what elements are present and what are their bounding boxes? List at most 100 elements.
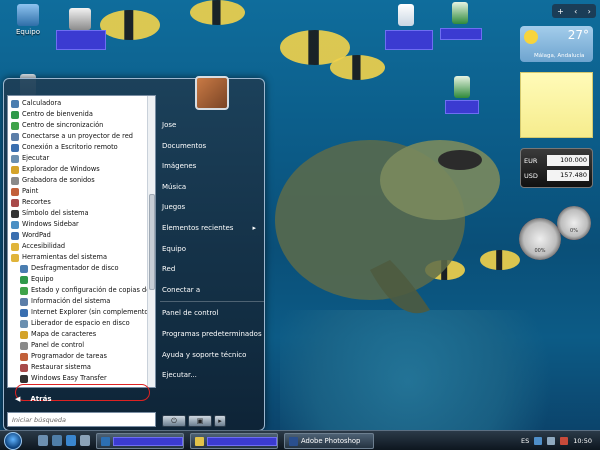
- taskbar-window-button[interactable]: [190, 433, 278, 449]
- taskbar-photoshop-button[interactable]: Adobe Photoshop: [284, 433, 374, 449]
- program-item[interactable]: Windows Sidebar: [8, 219, 155, 230]
- programs-scrollbar[interactable]: [147, 96, 155, 387]
- show-desktop-icon[interactable]: [38, 435, 48, 446]
- desktop-icon[interactable]: [440, 76, 484, 100]
- program-item[interactable]: Centro de sincronización: [8, 120, 155, 131]
- program-label: Ejecutar: [22, 154, 50, 162]
- program-item[interactable]: Accesibilidad: [8, 241, 155, 252]
- right-item-documents[interactable]: Documentos: [160, 136, 264, 157]
- program-item[interactable]: Conexión a Escritorio remoto: [8, 142, 155, 153]
- desktop-icon[interactable]: [58, 8, 102, 32]
- quick-launch-icon[interactable]: [80, 435, 90, 446]
- taskbar: Adobe Photoshop ES 10:50: [0, 430, 600, 450]
- program-item[interactable]: Centro de bienvenida: [8, 109, 155, 120]
- user-picture[interactable]: [195, 76, 229, 110]
- spreadsheet-icon: [452, 2, 468, 24]
- right-item-music[interactable]: Música: [160, 177, 264, 198]
- program-item[interactable]: Equipo: [8, 274, 155, 285]
- program-item[interactable]: Ejecutar: [8, 153, 155, 164]
- volume-icon[interactable]: [547, 437, 556, 445]
- background-fish: [330, 55, 385, 80]
- clock[interactable]: 10:50: [573, 437, 592, 445]
- program-label: Windows Easy Transfer: [31, 374, 107, 382]
- program-item[interactable]: Calculadora: [8, 98, 155, 109]
- right-item-recent[interactable]: Elementos recientes ▸: [160, 218, 264, 239]
- right-item-control-panel[interactable]: Panel de control: [160, 303, 264, 324]
- program-item[interactable]: Herramientas del sistema: [8, 252, 155, 263]
- right-item-pictures[interactable]: Imágenes: [160, 156, 264, 177]
- program-label: Paint: [22, 187, 39, 195]
- program-item[interactable]: Estado y configuración de copias de: [8, 285, 155, 296]
- right-item-connect-to[interactable]: Conectar a: [160, 280, 264, 301]
- currency-row: EUR 100.000: [524, 153, 589, 168]
- next-icon[interactable]: ›: [588, 7, 591, 16]
- program-icon: [11, 187, 19, 196]
- lock-icon: ▣: [196, 417, 204, 425]
- program-item[interactable]: Panel de control: [8, 340, 155, 351]
- language-indicator[interactable]: ES: [521, 437, 529, 445]
- add-gadget-icon[interactable]: +: [557, 7, 564, 16]
- program-item[interactable]: Programador de tareas: [8, 351, 155, 362]
- taskbar-button-label: Adobe Photoshop: [301, 437, 361, 445]
- currency-code[interactable]: EUR: [524, 157, 537, 165]
- spreadsheet-icon: [454, 76, 470, 98]
- program-item[interactable]: Internet Explorer (sin complementos: [8, 307, 155, 318]
- program-icon: [11, 176, 19, 185]
- network-icon[interactable]: [534, 437, 543, 445]
- shutdown-options-button[interactable]: ▸: [214, 415, 226, 427]
- program-item[interactable]: Mapa de caracteres: [8, 329, 155, 340]
- program-item[interactable]: Restaurar sistema: [8, 362, 155, 373]
- back-button[interactable]: ◀ Atrás: [7, 390, 156, 408]
- internet-explorer-icon[interactable]: [66, 435, 76, 446]
- photoshop-icon: [289, 436, 298, 446]
- program-item[interactable]: Información del sistema: [8, 296, 155, 307]
- program-icon: [11, 198, 19, 207]
- previous-icon[interactable]: ‹: [574, 7, 577, 16]
- right-item-default-programs[interactable]: Programas predeterminados: [160, 324, 264, 345]
- currency-value[interactable]: 157.480: [547, 170, 589, 181]
- desktop-icon[interactable]: [438, 2, 482, 26]
- right-item-run[interactable]: Ejecutar...: [160, 365, 264, 386]
- switch-windows-icon[interactable]: [52, 435, 62, 446]
- program-item[interactable]: Windows Easy Transfer: [8, 373, 155, 384]
- taskbar-window-button[interactable]: [96, 433, 184, 449]
- right-item-help[interactable]: Ayuda y soporte técnico: [160, 345, 264, 366]
- program-item[interactable]: Liberador de espacio en disco: [8, 318, 155, 329]
- gauge-label: 0%: [570, 228, 578, 234]
- all-programs-list: Calculadora Centro de bienvenida Centro de…: [7, 95, 156, 388]
- program-item[interactable]: Conectarse a un proyector de red: [8, 131, 155, 142]
- tray-app-icon[interactable]: [560, 437, 569, 445]
- program-label: Panel de control: [31, 341, 85, 349]
- lock-button[interactable]: ▣: [188, 415, 212, 427]
- program-item[interactable]: Explorador de Windows: [8, 164, 155, 175]
- redacted-label: [113, 436, 183, 446]
- program-item[interactable]: Desfragmentador de disco: [8, 263, 155, 274]
- power-button[interactable]: ⏻: [162, 415, 186, 427]
- right-item-user[interactable]: Jose: [160, 115, 264, 136]
- weather-gadget[interactable]: 27° Málaga, Andalucía: [520, 26, 593, 62]
- right-item-network[interactable]: Red: [160, 259, 264, 280]
- program-icon: [11, 99, 19, 108]
- program-item[interactable]: WordPad: [8, 230, 155, 241]
- program-item[interactable]: Grabadora de sonidos: [8, 175, 155, 186]
- start-button[interactable]: [4, 432, 22, 450]
- program-label: Internet Explorer (sin complementos: [31, 308, 152, 316]
- right-item-computer[interactable]: Equipo: [160, 239, 264, 260]
- currency-value[interactable]: 100.000: [547, 155, 589, 166]
- program-item[interactable]: Símbolo del sistema: [8, 208, 155, 219]
- right-item-games[interactable]: Juegos: [160, 197, 264, 218]
- program-item[interactable]: Recortes: [8, 197, 155, 208]
- program-label: Desfragmentador de disco: [31, 264, 119, 272]
- tool-icon: [20, 341, 28, 350]
- notes-gadget[interactable]: [520, 72, 593, 138]
- program-label: Liberador de espacio en disco: [31, 319, 130, 327]
- cpu-meter-gadget[interactable]: 00% 0%: [519, 206, 594, 262]
- program-item[interactable]: Paint: [8, 186, 155, 197]
- desktop-icon[interactable]: [384, 4, 428, 28]
- start-search-input[interactable]: Iniciar búsqueda: [7, 412, 156, 427]
- tool-icon: [20, 308, 28, 317]
- currency-gadget[interactable]: EUR 100.000 USD 157.480: [520, 148, 593, 188]
- scrollbar-thumb[interactable]: [149, 194, 155, 290]
- desktop-icon-equipo[interactable]: Equipo: [6, 4, 50, 36]
- currency-code[interactable]: USD: [524, 172, 538, 180]
